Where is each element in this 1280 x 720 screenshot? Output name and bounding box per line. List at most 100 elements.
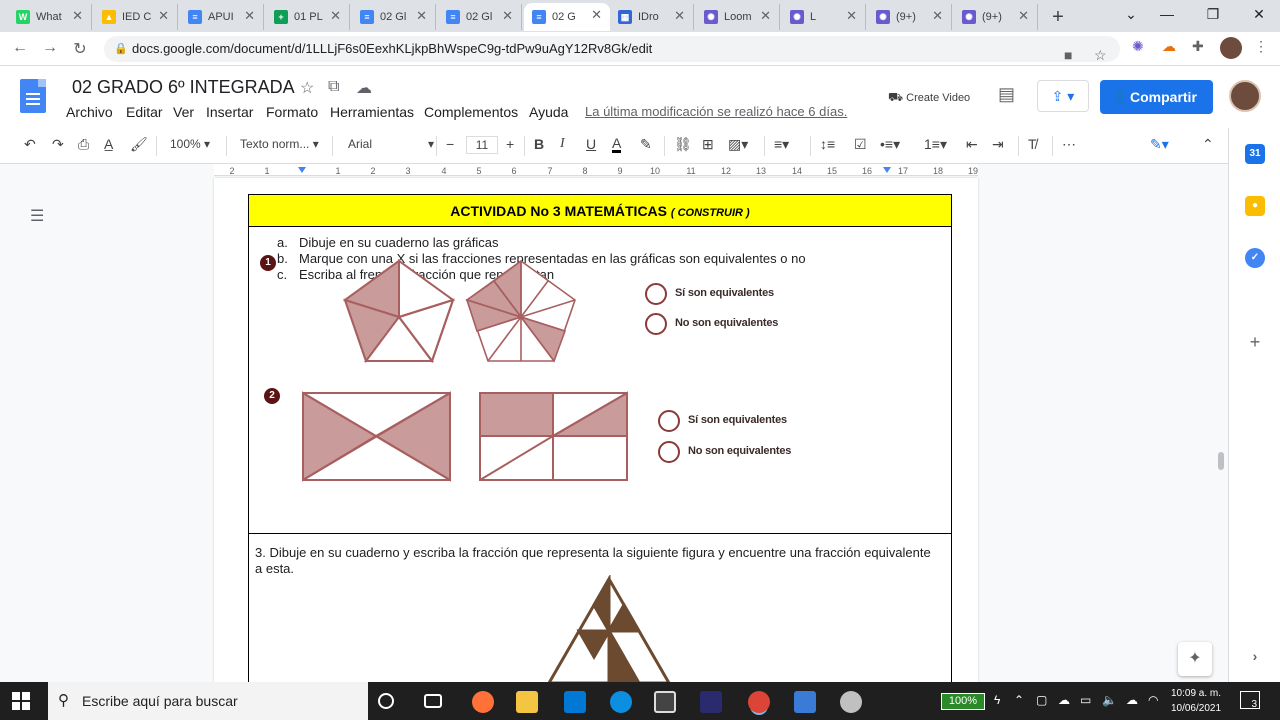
star-icon[interactable]: ☆ xyxy=(300,78,314,98)
menu-formato[interactable]: Formato xyxy=(266,104,318,120)
tasks-icon[interactable]: ✓ xyxy=(1245,248,1265,268)
menu-kebab-icon[interactable]: ⋮ xyxy=(1254,38,1268,55)
menu-ver[interactable]: Ver xyxy=(173,104,194,120)
zoom-select[interactable]: 100% ▾ xyxy=(170,137,210,151)
tab-close-icon[interactable]: ✕ xyxy=(158,8,169,24)
app-icon[interactable] xyxy=(700,691,722,713)
right-indent-marker[interactable] xyxy=(883,167,891,173)
align-icon[interactable]: ≡▾ xyxy=(774,136,789,153)
onedrive-icon[interactable]: ☁ xyxy=(1058,693,1070,707)
system-clock[interactable]: 10:09 a. m. 10/06/2021 xyxy=(1160,686,1232,716)
spellcheck-icon[interactable]: A̲ xyxy=(104,136,113,152)
chrome-taskbar-icon[interactable] xyxy=(748,691,770,713)
browser-tab[interactable]: ✺ L ✕ xyxy=(782,4,866,30)
bold-button[interactable]: B xyxy=(534,136,544,152)
tab-close-icon[interactable]: ✕ xyxy=(72,8,83,24)
menu-complementos[interactable]: Complementos xyxy=(424,104,518,120)
tab-close-icon[interactable]: ✕ xyxy=(244,8,255,24)
upload-cloud-icon[interactable]: ☁ xyxy=(1126,693,1138,707)
back-icon[interactable]: ← xyxy=(10,39,30,57)
forward-icon[interactable]: → xyxy=(40,39,60,57)
loom-extension-icon[interactable]: ✺ xyxy=(1132,38,1144,55)
exercise-2-yes-radio[interactable] xyxy=(658,410,680,432)
italic-button[interactable]: I xyxy=(560,136,565,152)
extensions-puzzle-icon[interactable]: ✚ xyxy=(1192,38,1204,55)
undo-icon[interactable]: ↶ xyxy=(24,136,36,153)
add-addon-icon[interactable]: + xyxy=(1245,332,1265,352)
browser-tab[interactable]: ≡ 02 G ✕ xyxy=(524,3,610,31)
print-icon[interactable]: ⎙ xyxy=(78,136,89,153)
profile-avatar[interactable] xyxy=(1220,37,1242,59)
battery-indicator[interactable]: 100% xyxy=(941,693,985,710)
new-tab-button[interactable]: + xyxy=(1048,6,1068,29)
document-page[interactable]: ACTIVIDAD No 3 MATEMÁTICAS ( CONSTRUIR )… xyxy=(214,178,978,682)
present-button[interactable]: ⇪ ▾ xyxy=(1037,80,1089,112)
tab-close-icon[interactable]: ✕ xyxy=(416,8,427,24)
power-icon[interactable]: ϟ xyxy=(994,693,1000,707)
browser-tab[interactable]: ≡ 02 Gl ✕ xyxy=(438,4,522,30)
browser-tab[interactable]: ✺ Loom ✕ xyxy=(696,4,780,30)
line-spacing-icon[interactable]: ↕≡ xyxy=(820,136,835,152)
redo-icon[interactable]: ↷ xyxy=(52,136,64,153)
decrease-font-size-button[interactable]: − xyxy=(446,136,454,152)
browser-tab[interactable]: ▲ IED C ✕ xyxy=(94,4,178,30)
decrease-indent-icon[interactable]: ⇤ xyxy=(966,136,978,153)
tab-close-icon[interactable]: ✕ xyxy=(674,8,685,24)
tab-close-icon[interactable]: ✕ xyxy=(846,8,857,24)
file-explorer-icon[interactable] xyxy=(516,691,538,713)
clear-formatting-icon[interactable]: T̸ xyxy=(1028,136,1037,152)
exercise-2-no-radio[interactable] xyxy=(658,441,680,463)
extension-icon[interactable]: ☁ xyxy=(1162,38,1176,55)
app-icon-2[interactable] xyxy=(840,691,862,713)
cortana-icon[interactable] xyxy=(378,693,394,709)
browser-tab[interactable]: ≡ APUI ✕ xyxy=(180,4,264,30)
more-options-icon[interactable]: ⋯ xyxy=(1062,136,1076,153)
minimize-button[interactable]: — xyxy=(1152,6,1182,22)
battery-icon[interactable]: ▭ xyxy=(1080,693,1091,707)
menu-herramientas[interactable]: Herramientas xyxy=(330,104,414,120)
menu-insertar[interactable]: Insertar xyxy=(206,104,253,120)
mail-icon[interactable] xyxy=(564,691,586,713)
font-select[interactable]: Arial ▾ xyxy=(348,137,434,151)
maximize-button[interactable]: ❐ xyxy=(1198,6,1228,23)
tab-search-icon[interactable]: ⌄ xyxy=(1116,6,1146,23)
bulleted-list-icon[interactable]: •≡▾ xyxy=(880,136,900,153)
tab-close-icon[interactable]: ✕ xyxy=(330,8,341,24)
style-select[interactable]: Texto norm... ▾ xyxy=(240,137,319,151)
photos-icon[interactable] xyxy=(794,691,816,713)
keep-icon[interactable]: ● xyxy=(1245,196,1265,216)
paint-format-icon[interactable]: 🖌 xyxy=(130,136,148,153)
store-icon[interactable] xyxy=(654,691,676,713)
increase-font-size-button[interactable]: + xyxy=(506,136,514,152)
font-size-input[interactable]: 11 xyxy=(466,136,498,154)
insert-image-icon[interactable]: ▨▾ xyxy=(728,136,748,153)
exercise-1-yes-radio[interactable] xyxy=(645,283,667,305)
tab-close-icon[interactable]: ✕ xyxy=(932,8,943,24)
comment-history-icon[interactable]: ▤ xyxy=(998,84,1015,105)
horizontal-ruler[interactable]: 2 1 1 2 3 4 5 6 7 8 9 10 11 12 13 14 15 16 17 18 19 xyxy=(214,164,978,176)
share-button[interactable]: 👤 Compartir xyxy=(1100,80,1213,114)
menu-ayuda[interactable]: Ayuda xyxy=(529,104,568,120)
volume-icon[interactable]: 🔈 xyxy=(1102,693,1117,707)
checklist-icon[interactable]: ☑ xyxy=(854,136,867,153)
document-title[interactable]: 02 GRADO 6º INTEGRADA xyxy=(72,77,295,98)
last-edit-link[interactable]: La última modificación se realizó hace 6… xyxy=(585,104,847,119)
browser-tab[interactable]: +01 PL ✕ xyxy=(266,4,350,30)
calendar-icon[interactable]: 31 xyxy=(1245,144,1265,164)
browser-tab[interactable]: ≡ 02 Gl ✕ xyxy=(352,4,436,30)
highlight-icon[interactable]: ✎ xyxy=(640,136,652,153)
close-window-button[interactable]: ✕ xyxy=(1244,6,1274,23)
bookmark-star-icon[interactable]: ☆ xyxy=(1094,42,1107,68)
create-video-button[interactable]: ⛟ Create Video xyxy=(888,90,970,106)
wifi-icon[interactable]: ◠ xyxy=(1148,693,1158,707)
taskbar-search[interactable]: ⚲ Escribe aquí para buscar xyxy=(48,682,368,720)
tab-close-icon[interactable]: ✕ xyxy=(591,7,602,23)
menu-editar[interactable]: Editar xyxy=(126,104,163,120)
move-folder-icon[interactable]: ⧉ xyxy=(328,78,339,96)
cloud-status-icon[interactable]: ☁ xyxy=(356,78,372,98)
edge-icon[interactable] xyxy=(610,691,632,713)
underline-button[interactable]: U xyxy=(586,136,596,152)
left-indent-marker[interactable] xyxy=(298,167,306,173)
tab-close-icon[interactable]: ✕ xyxy=(1018,8,1029,24)
increase-indent-icon[interactable]: ⇥ xyxy=(992,136,1004,153)
